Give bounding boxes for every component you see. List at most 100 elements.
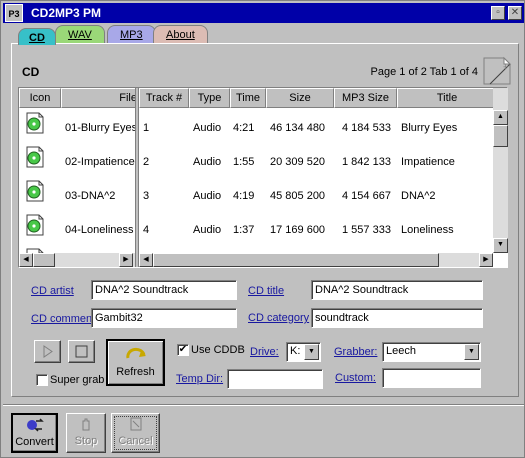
svg-text:+: + bbox=[503, 62, 508, 72]
disc-icon bbox=[25, 146, 45, 168]
refresh-button[interactable]: Refresh bbox=[106, 339, 165, 386]
super-grab-checkbox[interactable] bbox=[36, 374, 48, 386]
track-time-cell[interactable]: 4:21 bbox=[233, 119, 267, 137]
stop-playback-button[interactable] bbox=[68, 340, 95, 363]
convert-icon bbox=[26, 418, 44, 432]
tab-mp3[interactable]: MP3 bbox=[107, 25, 156, 44]
track-list-left-pane: Icon File 01-Blurry Eyes 02-Impatience 03-… bbox=[19, 88, 135, 253]
disc-icon bbox=[25, 214, 45, 236]
drive-value: K: bbox=[290, 345, 301, 357]
close-icon[interactable]: ✕ bbox=[508, 6, 522, 20]
column-header-title[interactable]: Title bbox=[397, 88, 493, 108]
stop-button[interactable]: Stop bbox=[66, 413, 106, 453]
vertical-scrollbar[interactable]: ▲ ▼ bbox=[493, 88, 508, 253]
track-list-right-pane: Track # Type Time Size MP3 Size Title 1A… bbox=[139, 88, 493, 253]
panel-title: CD bbox=[22, 65, 40, 79]
column-header-size[interactable]: Size bbox=[266, 88, 334, 108]
track-mp3size-cell[interactable]: 4 184 533 bbox=[342, 119, 398, 137]
track-track-cell[interactable]: 4 bbox=[143, 221, 189, 239]
cancel-icon bbox=[130, 417, 141, 431]
track-track-cell[interactable]: 3 bbox=[143, 187, 189, 205]
chevron-down-icon[interactable]: ▼ bbox=[464, 344, 479, 360]
track-track-cell[interactable]: 1 bbox=[143, 119, 189, 137]
track-size-cell[interactable]: 20 309 520 bbox=[270, 153, 334, 171]
track-size-cell[interactable]: 45 805 200 bbox=[270, 187, 334, 205]
track-file-name[interactable]: 01-Blurry Eyes bbox=[65, 119, 135, 137]
tab-wav[interactable]: WAV bbox=[55, 25, 105, 44]
track-file-name[interactable]: 04-Loneliness bbox=[65, 221, 135, 239]
scroll-left-icon[interactable]: ◀ bbox=[19, 253, 33, 267]
column-header-icon[interactable]: Icon bbox=[19, 88, 61, 108]
stop-square-icon bbox=[75, 345, 88, 358]
disc-icon bbox=[25, 180, 45, 202]
cd-artist-field[interactable]: DNA^2 Soundtrack bbox=[91, 280, 237, 300]
track-type-cell[interactable]: Audio bbox=[193, 221, 231, 239]
column-header-time[interactable]: Time bbox=[230, 88, 266, 108]
track-time-cell[interactable]: 4:19 bbox=[233, 187, 267, 205]
stop-hand-icon bbox=[82, 418, 90, 431]
track-track-cell[interactable]: 2 bbox=[143, 153, 189, 171]
main-window: P3 CD2MP3 PM ▫ ✕ CD WAV MP3 About CD Pag… bbox=[0, 0, 525, 458]
play-icon bbox=[43, 345, 53, 358]
right-horizontal-scrollbar[interactable]: ◀ ▶ bbox=[139, 253, 493, 267]
panel-header: CD Page 1 of 2 Tab 1 of 4 bbox=[13, 57, 508, 87]
track-type-cell[interactable]: Audio bbox=[193, 153, 231, 171]
column-header-mp3size[interactable]: MP3 Size bbox=[334, 88, 397, 108]
track-time-cell[interactable]: 1:55 bbox=[233, 153, 267, 171]
track-title-cell[interactable]: Impatience bbox=[401, 153, 493, 171]
column-header-type[interactable]: Type bbox=[189, 88, 230, 108]
track-time-cell[interactable]: 1:37 bbox=[233, 221, 267, 239]
scroll-down-icon[interactable]: ▼ bbox=[493, 238, 508, 253]
drive-label: Drive: bbox=[250, 346, 279, 358]
grabber-label: Grabber: bbox=[334, 346, 378, 358]
scroll-up-icon[interactable]: ▲ bbox=[493, 110, 508, 125]
super-grab-label[interactable]: Super grab bbox=[50, 374, 104, 386]
track-type-cell[interactable]: Audio bbox=[193, 119, 231, 137]
cancel-button[interactable]: Cancel bbox=[111, 413, 160, 453]
temp-dir-field[interactable] bbox=[227, 369, 323, 389]
track-file-name[interactable]: 03-DNA^2 bbox=[65, 187, 135, 205]
left-scroll-thumb[interactable] bbox=[33, 253, 55, 267]
grabber-select[interactable]: Leech ▼ bbox=[382, 342, 481, 362]
cd-category-field[interactable]: soundtrack bbox=[311, 308, 483, 328]
page-fold-icon[interactable]: + bbox=[482, 56, 512, 86]
cd-title-field[interactable]: DNA^2 Soundtrack bbox=[311, 280, 483, 300]
left-horizontal-scrollbar[interactable]: ◀ ▶ bbox=[19, 253, 135, 267]
cd-title-label: CD title bbox=[248, 285, 285, 297]
grabber-value: Leech bbox=[386, 345, 416, 357]
custom-field[interactable] bbox=[382, 368, 481, 388]
tab-cd[interactable]: CD bbox=[18, 28, 56, 45]
track-list: Icon File 01-Blurry Eyes 02-Impatience 03-… bbox=[18, 87, 508, 268]
cd-comment-field[interactable]: Gambit32 bbox=[91, 308, 237, 328]
column-header-track[interactable]: Track # bbox=[139, 88, 189, 108]
track-title-cell[interactable]: Blurry Eyes bbox=[401, 119, 493, 137]
track-size-cell[interactable]: 17 169 600 bbox=[270, 221, 334, 239]
tab-about[interactable]: About bbox=[153, 25, 208, 44]
maximize-icon[interactable]: ▫ bbox=[491, 6, 505, 20]
track-mp3size-cell[interactable]: 4 154 667 bbox=[342, 187, 398, 205]
chevron-down-icon[interactable]: ▼ bbox=[304, 344, 319, 360]
track-mp3size-cell[interactable]: 1 557 333 bbox=[342, 221, 398, 239]
custom-label: Custom: bbox=[335, 372, 376, 384]
convert-button[interactable]: Convert bbox=[11, 413, 58, 453]
right-scroll-thumb[interactable] bbox=[153, 253, 439, 267]
track-title-cell[interactable]: DNA^2 bbox=[401, 187, 493, 205]
scroll-left-icon[interactable]: ◀ bbox=[139, 253, 153, 267]
track-type-cell[interactable]: Audio bbox=[193, 187, 231, 205]
track-size-cell[interactable]: 46 134 480 bbox=[270, 119, 334, 137]
column-header-file[interactable]: File bbox=[61, 88, 135, 108]
refresh-icon bbox=[125, 347, 146, 359]
scroll-right-icon[interactable]: ▶ bbox=[479, 253, 493, 267]
vertical-scroll-thumb[interactable] bbox=[493, 125, 508, 147]
track-mp3size-cell[interactable]: 1 842 133 bbox=[342, 153, 398, 171]
app-icon[interactable]: P3 bbox=[5, 4, 23, 22]
track-title-cell[interactable]: Loneliness bbox=[401, 221, 493, 239]
scroll-right-icon[interactable]: ▶ bbox=[119, 253, 133, 267]
use-cddb-checkbox[interactable]: ✔ bbox=[177, 344, 189, 356]
play-button[interactable] bbox=[34, 340, 61, 363]
use-cddb-label[interactable]: Use CDDB bbox=[191, 344, 245, 356]
cd-category-label: CD category bbox=[248, 312, 310, 324]
track-file-name[interactable]: 02-Impatience bbox=[65, 153, 135, 171]
cd-artist-label: CD artist bbox=[31, 285, 74, 297]
drive-select[interactable]: K: ▼ bbox=[286, 342, 321, 362]
